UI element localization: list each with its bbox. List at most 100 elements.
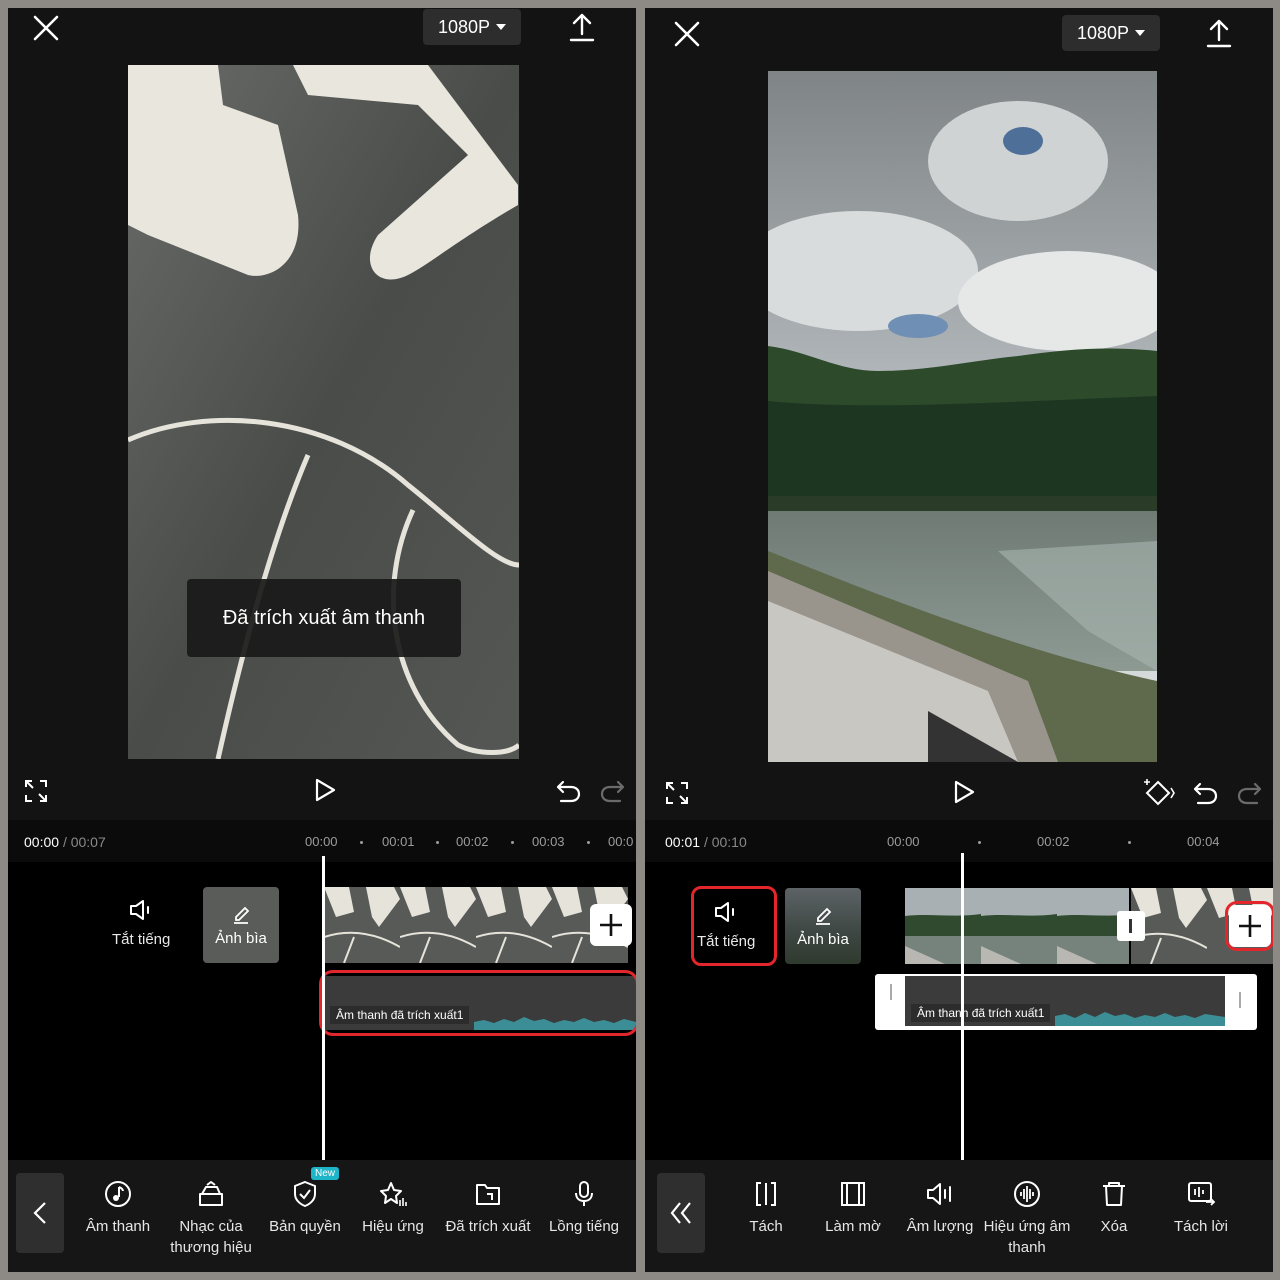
toolbar-copyright[interactable]: Bản quyền [255,1180,355,1237]
trim-handle-right[interactable] [1239,992,1241,1008]
copyright-shield-icon [294,1180,316,1208]
current-time: 00:00 [24,834,60,850]
extracted-folder-icon [476,1184,500,1205]
playhead[interactable] [322,856,325,1160]
double-chevron-left-icon [670,1202,691,1224]
mute-button[interactable]: Tắt tiếng [112,898,170,950]
back-button[interactable] [657,1173,705,1253]
edit-pencil-icon [234,906,250,924]
chevron-left-icon [33,1202,46,1224]
transition-button[interactable] [1117,911,1145,941]
playhead[interactable] [961,853,964,1160]
time-separator: / [703,834,708,850]
tick-dot [360,841,363,844]
redo-icon[interactable] [1237,781,1263,805]
undo-icon[interactable] [1192,781,1218,805]
speaker-icon [130,900,150,920]
close-icon[interactable] [32,14,60,42]
toolbar-volume[interactable]: Âm lượng [890,1180,990,1237]
cover-button[interactable]: Ảnh bìa [203,887,279,963]
video-preview[interactable] [768,71,1157,762]
clip-frame [400,887,476,963]
resolution-selector[interactable]: 1080P [1062,15,1160,51]
toolbar-extract-lyrics[interactable]: Tách lời [1151,1180,1251,1237]
add-clip-button[interactable] [590,904,632,946]
cover-button[interactable]: Ảnh bìa [785,888,861,964]
tick-dot [1128,841,1131,844]
toolbar-extracted[interactable]: Đã trích xuất [438,1180,538,1237]
video-track-clip[interactable] [905,888,1129,964]
highlight-mute-button [691,886,777,966]
video-frame-image [768,71,1157,762]
resolution-selector[interactable]: 1080P [423,9,521,45]
tick-label: 00:02 [1037,834,1070,849]
toolbar-label: Âm thanh [85,1218,151,1235]
tick-dot [436,841,439,844]
keyframe-icon[interactable] [1143,776,1175,806]
toolbar-label: Bản quyền [269,1218,341,1235]
mute-label: Tắt tiếng [112,931,171,948]
play-icon[interactable] [314,778,336,802]
back-button[interactable] [16,1173,64,1253]
redo-icon[interactable] [600,779,626,803]
toolbar-delete[interactable]: Xóa [1064,1180,1164,1237]
microphone-icon [575,1181,593,1206]
audio-track-selection[interactable]: Âm thanh đã trích xuất1 [875,974,1257,1030]
tick-label: 00:0 [608,834,634,849]
time-separator: / [62,834,67,850]
tick-label: 00:00 [887,834,920,849]
tick-dot [511,841,514,844]
clip-frame [905,888,981,964]
time-readout: 00:01 / 00:10 [665,834,747,850]
highlight-add-button [1225,901,1273,951]
total-time: 00:07 [70,834,106,850]
audio-track-clip[interactable]: Âm thanh đã trích xuất1 [905,976,1225,1026]
bottom-toolbar: Tách Làm mờ Âm lượng Hiệu ứng âm thanh X… [645,1160,1273,1272]
tick-dot [587,841,590,844]
volume-icon [927,1183,951,1205]
bottom-toolbar: Âm thanh Nhạc của thương hiệu Bản quyền … [8,1160,636,1272]
close-icon[interactable] [673,20,701,48]
effect-star-icon [380,1182,407,1206]
edit-pencil-icon [816,907,832,925]
plus-icon [600,914,622,936]
export-upload-icon[interactable] [568,12,596,42]
toolbar-effects[interactable]: Hiệu ứng [343,1180,443,1237]
fullscreen-icon[interactable] [665,781,689,805]
toolbar-split[interactable]: Tách [716,1180,816,1237]
tick-label: 00:03 [532,834,565,849]
new-badge: New [311,1167,340,1180]
caret-down-icon [496,24,507,30]
brand-music-icon [199,1181,223,1206]
undo-icon[interactable] [555,779,581,803]
current-time: 00:01 [665,834,701,850]
fade-icon [841,1182,865,1206]
toolbar-label: Đã trích xuất [445,1218,531,1235]
tick-label: 00:01 [382,834,415,849]
toolbar-voiceover[interactable]: Lồng tiếng [534,1180,634,1237]
tick-dot [978,841,981,844]
sound-effect-icon [1014,1181,1040,1207]
left-editor-screen: 1080P Đã trích xuất âm thanh 00:00 / 00:… [8,8,636,1272]
toolbar-label: Âm lượng [906,1218,974,1235]
tick-label: 00:00 [305,834,338,849]
split-icon [756,1182,776,1206]
time-readout: 00:00 / 00:07 [24,834,106,850]
extract-lyrics-icon [1188,1182,1216,1206]
toolbar-fade[interactable]: Làm mờ [803,1180,903,1237]
play-icon[interactable] [953,780,975,804]
toolbar-brand-music[interactable]: Nhạc của thương hiệu [161,1180,261,1258]
toolbar-sound-effects[interactable]: Hiệu ứng âm thanh [977,1180,1077,1258]
caret-down-icon [1135,30,1146,36]
toolbar-label: Hiệu ứng âm thanh [983,1218,1071,1256]
toolbar-label: Làm mờ [825,1218,881,1235]
toolbar-audio[interactable]: Âm thanh [68,1180,168,1237]
fullscreen-icon[interactable] [24,779,48,803]
toast-text: Đã trích xuất âm thanh [222,606,426,629]
export-upload-icon[interactable] [1205,18,1233,48]
toolbar-label: Tách [749,1218,783,1235]
toolbar-label: Lồng tiếng [548,1218,620,1235]
music-note-icon [105,1181,131,1207]
cover-label: Ảnh bìa [215,929,267,947]
trim-handle-left[interactable] [890,984,892,1000]
